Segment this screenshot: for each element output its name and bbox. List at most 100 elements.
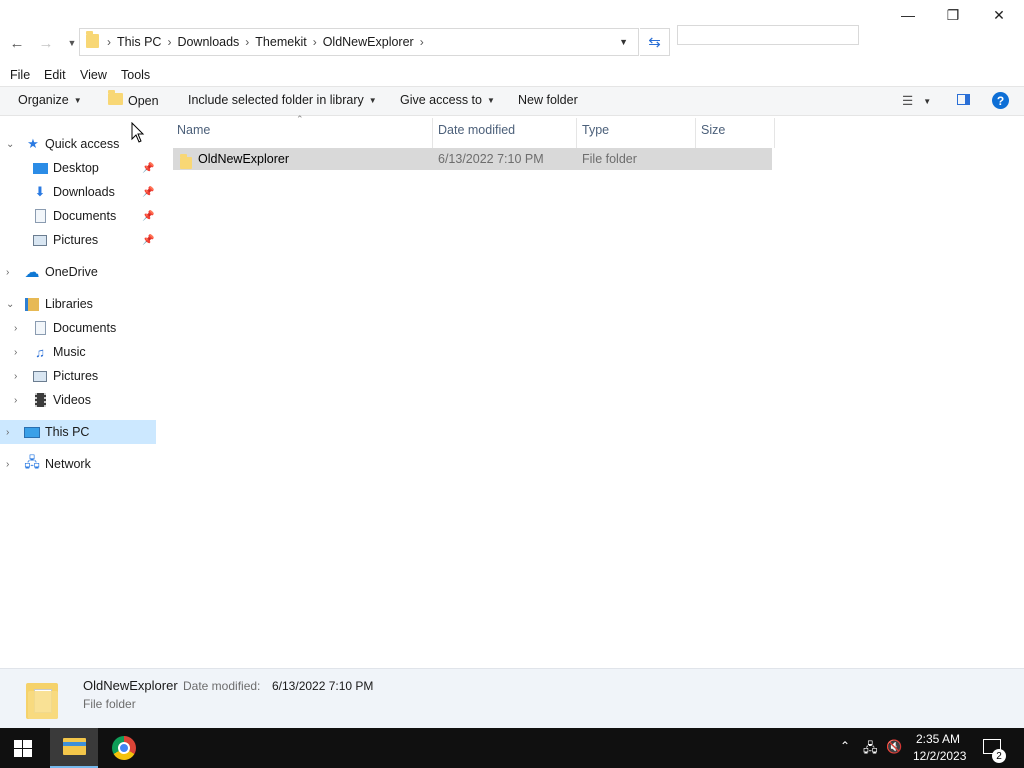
chevron-right-icon[interactable]: › <box>14 323 17 334</box>
file-type: File folder <box>582 152 637 166</box>
network-icon[interactable]: 🖧 <box>863 739 878 761</box>
details-date-value: 6/13/2022 7:10 PM <box>272 679 374 693</box>
column-type[interactable]: Type <box>582 123 609 137</box>
column-size[interactable]: Size <box>701 123 725 137</box>
chevron-right-icon[interactable]: › <box>14 347 17 358</box>
breadcrumb-themekit[interactable]: Themekit <box>249 35 312 49</box>
chevron-right-icon[interactable]: › <box>6 427 9 438</box>
download-arrow-icon: ⬇ <box>34 184 46 199</box>
nav-onedrive[interactable]: › ☁ OneDrive <box>0 260 156 284</box>
command-bar: Organize ▼ Open Include selected folder i… <box>0 86 1024 116</box>
breadcrumb-oldnewexplorer[interactable]: OldNewExplorer <box>317 35 420 49</box>
preview-pane-icon <box>957 94 970 105</box>
taskbar-file-explorer[interactable] <box>50 728 98 768</box>
pin-icon: 📌 <box>142 162 155 174</box>
close-icon: ✕ <box>993 6 1005 23</box>
forward-arrow-icon[interactable]: → <box>36 33 56 53</box>
close-button[interactable]: ✕ <box>976 0 1022 30</box>
menu-tools[interactable]: Tools <box>121 68 150 82</box>
menu-file[interactable]: File <box>10 68 30 82</box>
mouse-cursor-icon <box>131 122 145 143</box>
column-name[interactable]: Name <box>177 123 210 137</box>
restore-icon: ❐ <box>946 6 960 23</box>
refresh-icon[interactable]: ⇆ <box>640 28 670 56</box>
chevron-right-icon[interactable]: › <box>14 395 17 406</box>
chevron-up-icon[interactable]: ⌃ <box>840 739 850 753</box>
details-type: File folder <box>83 697 136 711</box>
address-bar[interactable]: › This PC › Downloads › Themekit › OldNe… <box>79 28 639 56</box>
notification-badge: 2 <box>992 749 1006 763</box>
windows-start-icon[interactable] <box>14 740 32 757</box>
volume-muted-icon[interactable]: 🔇 <box>886 739 902 755</box>
star-icon: ★ <box>27 136 39 151</box>
cloud-icon: ☁ <box>24 264 40 281</box>
menu-bar: File Edit View Tools <box>0 66 1024 86</box>
document-icon <box>32 208 48 224</box>
title-bar: ← → ▼ › This PC › Downloads › Themekit ›… <box>0 0 1024 62</box>
open-button[interactable]: Open <box>108 90 159 108</box>
nav-network[interactable]: › 🖧 Network <box>0 452 156 476</box>
clock-time[interactable]: 2:35 AM <box>916 732 960 746</box>
file-explorer-icon <box>63 738 86 755</box>
change-view-button[interactable]: ☰ ▼ <box>902 93 931 108</box>
table-row[interactable]: OldNewExplorer 6/13/2022 7:10 PM File fo… <box>173 148 772 170</box>
column-date-modified[interactable]: Date modified <box>438 123 515 137</box>
network-icon: 🖧 <box>24 454 40 470</box>
minimize-icon: — <box>901 7 915 23</box>
back-arrow-icon[interactable]: ← <box>7 33 27 53</box>
folder-icon <box>26 679 60 719</box>
pictures-icon <box>32 232 48 248</box>
clock-date[interactable]: 12/2/2023 <box>913 749 966 763</box>
breadcrumb-this-pc[interactable]: This PC <box>111 35 167 49</box>
chrome-icon[interactable] <box>112 736 136 760</box>
file-list: ⌃ Name Date modified Type Size OldNewExp… <box>173 114 1024 668</box>
chevron-right-icon[interactable]: › <box>6 459 9 470</box>
details-pane: OldNewExplorer Date modified: 6/13/2022 … <box>0 668 1024 728</box>
nav-libraries[interactable]: ⌄ Libraries <box>0 292 156 316</box>
pin-icon: 📌 <box>142 210 155 222</box>
nav-lib-documents[interactable]: › Documents <box>0 316 156 340</box>
nav-this-pc[interactable]: › This PC <box>0 420 156 444</box>
pin-icon: 📌 <box>142 186 155 198</box>
details-view-icon: ☰ <box>902 94 914 108</box>
chevron-right-icon[interactable]: › <box>6 267 9 278</box>
menu-edit[interactable]: Edit <box>44 68 66 82</box>
details-name: OldNewExplorer <box>83 678 178 693</box>
desktop-icon <box>32 160 48 176</box>
nav-lib-videos[interactable]: › Videos <box>0 388 156 412</box>
nav-documents[interactable]: Documents 📌 <box>0 204 156 228</box>
search-input[interactable] <box>677 25 859 45</box>
sort-ascending-icon: ⌃ <box>296 114 304 124</box>
computer-icon <box>24 424 40 440</box>
film-icon <box>32 392 48 408</box>
chevron-down-icon[interactable]: ⌄ <box>6 139 14 150</box>
maximize-button[interactable]: ❐ <box>930 0 976 30</box>
nav-downloads[interactable]: ⬇ Downloads 📌 <box>0 180 156 204</box>
file-name: OldNewExplorer <box>198 152 290 166</box>
details-date-label: Date modified: <box>183 679 261 693</box>
nav-pictures[interactable]: Pictures 📌 <box>0 228 156 252</box>
open-folder-icon <box>108 90 123 108</box>
chevron-down-icon[interactable]: ⌄ <box>6 299 14 310</box>
nav-lib-pictures[interactable]: › Pictures <box>0 364 156 388</box>
include-in-library-button[interactable]: Include selected folder in library ▼ <box>188 93 377 107</box>
new-folder-button[interactable]: New folder <box>518 93 578 107</box>
document-icon <box>32 320 48 336</box>
preview-pane-button[interactable] <box>957 94 970 108</box>
nav-desktop[interactable]: Desktop 📌 <box>0 156 156 180</box>
organize-button[interactable]: Organize ▼ <box>18 93 82 107</box>
navigation-pane: ⌄ ★ Quick access Desktop 📌 ⬇ Downloads 📌… <box>0 116 157 668</box>
folder-icon <box>86 30 99 51</box>
help-button[interactable]: ? <box>992 92 1009 109</box>
menu-view[interactable]: View <box>80 68 107 82</box>
pin-icon: 📌 <box>142 234 155 246</box>
address-dropdown-icon[interactable]: ▼ <box>619 37 628 47</box>
nav-lib-music[interactable]: › ♫ Music <box>0 340 156 364</box>
breadcrumb-downloads[interactable]: Downloads <box>171 35 245 49</box>
pictures-icon <box>32 368 48 384</box>
minimize-button[interactable]: — <box>885 0 931 30</box>
file-date: 6/13/2022 7:10 PM <box>438 152 544 166</box>
give-access-button[interactable]: Give access to ▼ <box>400 93 495 107</box>
chevron-right-icon[interactable]: › <box>14 371 17 382</box>
taskbar: ⌃ 🖧 🔇 2:35 AM 12/2/2023 2 <box>0 728 1024 768</box>
